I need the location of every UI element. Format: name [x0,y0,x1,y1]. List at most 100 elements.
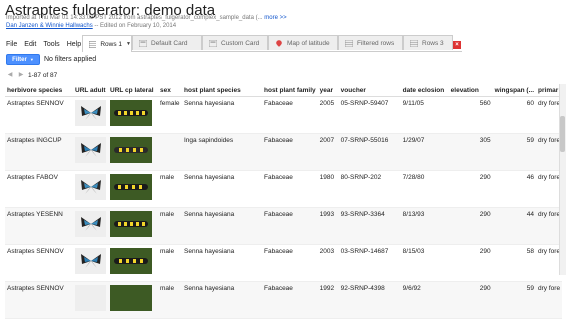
caterpillar-image[interactable] [110,248,152,274]
wingspan-cell: 59 [492,133,537,171]
wingspan-cell: 58 [492,244,537,282]
rows-icon [345,39,353,47]
column-header[interactable]: URL adult [73,84,108,97]
tab-filtered-rows[interactable]: Filtered rows [338,35,403,50]
family-cell: Fabaceae [262,207,318,245]
voucher-cell: 07-SRNP-55016 [338,133,401,171]
menu-tools[interactable]: Tools [43,41,59,48]
column-header[interactable]: voucher [338,84,401,97]
next-page-icon[interactable]: ▶ [17,71,25,79]
previous-page-icon[interactable]: ◀ [6,71,14,79]
elevation-cell: 290 [448,207,493,245]
tab-custom-card[interactable]: Custom Card [202,35,268,50]
butterfly-adult-image[interactable] [75,248,106,274]
map-pin-icon [276,39,282,47]
sex-cell: female [158,96,182,134]
species-cell: Astraptes FABOV [5,170,73,208]
sex-cell [158,133,182,171]
wingspan-cell: 46 [492,170,537,208]
column-header[interactable]: year [317,84,339,97]
vertical-scrollbar[interactable] [559,84,566,275]
column-header[interactable]: date eclosion [400,84,449,97]
family-cell: Fabaceae [262,133,318,171]
tab-map-of-latitude[interactable]: Map of latitude [268,35,338,50]
chevron-down-icon[interactable]: ▼ [126,41,131,47]
rows-icon [89,40,97,48]
menu-help[interactable]: Help [67,41,81,48]
host-cell: Senna hayesiana [182,96,262,134]
tab-rows-1[interactable]: Rows 1 ▼ [82,35,132,52]
caterpillar-image[interactable] [110,285,152,311]
tab-rows-3-label: Rows 3 [422,39,444,47]
column-header[interactable]: host plant species [182,84,262,97]
species-cell: Astraptes YESENN [5,207,73,245]
butterfly-adult-image[interactable] [75,100,106,126]
voucher-cell: 80-SRNP-202 [338,170,401,208]
date-cell: 9/6/92 [400,281,449,319]
tab-map-of-latitude-label: Map of latitude [287,39,330,47]
data-table: herbivore species URL adult URL cp later… [5,84,563,319]
table-row[interactable]: Astraptes INGCUP Inga sapindoides Fabace… [5,133,563,171]
table-row[interactable]: Astraptes FABOV male Senna hayesiana Fab… [5,170,563,208]
caterpillar-image[interactable] [110,211,152,237]
butterfly-adult-image[interactable] [75,211,106,237]
year-cell: 1980 [317,170,339,208]
authors-line: Dan Janzen & Winnie Hallwachs -- Edited … [6,23,176,29]
card-icon [139,39,147,47]
sex-cell: male [158,244,182,282]
date-cell: 7/28/80 [400,170,449,208]
wingspan-cell: 44 [492,207,537,245]
tab-rows-3[interactable]: Rows 3 [403,35,453,50]
card-icon [209,39,217,47]
sex-cell: male [158,207,182,245]
year-cell: 2003 [317,244,339,282]
caterpillar-image[interactable] [110,137,152,163]
elevation-cell: 290 [448,170,493,208]
rows-icon [410,39,418,47]
column-header[interactable]: sex [158,84,182,97]
voucher-cell: 93-SRNP-3364 [338,207,401,245]
species-cell: Astraptes INGCUP [5,133,73,171]
menu-edit[interactable]: Edit [24,41,36,48]
elevation-cell: 560 [448,96,493,134]
table-row[interactable]: Astraptes SENNOV female Senna hayesiana … [5,96,563,134]
table-row[interactable]: Astraptes SENNOV male Senna hayesiana Fa… [5,244,563,282]
menu-file[interactable]: File [6,41,17,48]
date-cell: 8/15/03 [400,244,449,282]
authors-link[interactable]: Dan Janzen & Winnie Hallwachs [6,23,93,29]
family-cell: Fabaceae [262,96,318,134]
butterfly-adult-image[interactable] [75,174,106,200]
column-header[interactable]: host plant family [262,84,318,97]
host-cell: Senna hayesiana [182,244,262,282]
host-cell: Senna hayesiana [182,281,262,319]
year-cell: 1993 [317,207,339,245]
column-header[interactable]: URL cp lateral [108,84,158,97]
more-link[interactable]: more >> [264,15,286,21]
butterfly-adult-image[interactable] [75,137,106,163]
butterfly-adult-image[interactable] [75,285,106,311]
wingspan-cell: 60 [492,96,537,134]
column-header[interactable]: elevation [448,84,493,97]
caterpillar-image[interactable] [110,174,152,200]
table-row[interactable]: Astraptes SENNOV male Senna hayesiana Fa… [5,281,563,319]
family-cell: Fabaceae [262,244,318,282]
family-cell: Fabaceae [262,281,318,319]
voucher-cell: 05-SRNP-59407 [338,96,401,134]
pager-range: 1-87 of 87 [28,71,58,79]
menu-bar: File Edit Tools Help [6,41,81,48]
sex-cell: male [158,170,182,208]
caterpillar-image[interactable] [110,100,152,126]
tab-bar: Rows 1 ▼ Default Card Custom Card Map of… [82,35,462,52]
family-cell: Fabaceae [262,170,318,208]
tab-custom-card-label: Custom Card [221,39,260,47]
filter-button-label: Filter [12,56,27,63]
table-row[interactable]: Astraptes YESENN male Senna hayesiana Fa… [5,207,563,245]
column-header[interactable]: herbivore species [5,84,73,97]
column-header[interactable]: wingspan (... [492,84,537,97]
scrollbar-thumb[interactable] [560,116,565,152]
voucher-cell: 92-SRNP-4398 [338,281,401,319]
close-icon[interactable]: × [453,41,461,49]
tab-default-card[interactable]: Default Card [132,35,202,50]
sex-cell: male [158,281,182,319]
filter-button[interactable]: Filter ▼ [6,54,40,65]
